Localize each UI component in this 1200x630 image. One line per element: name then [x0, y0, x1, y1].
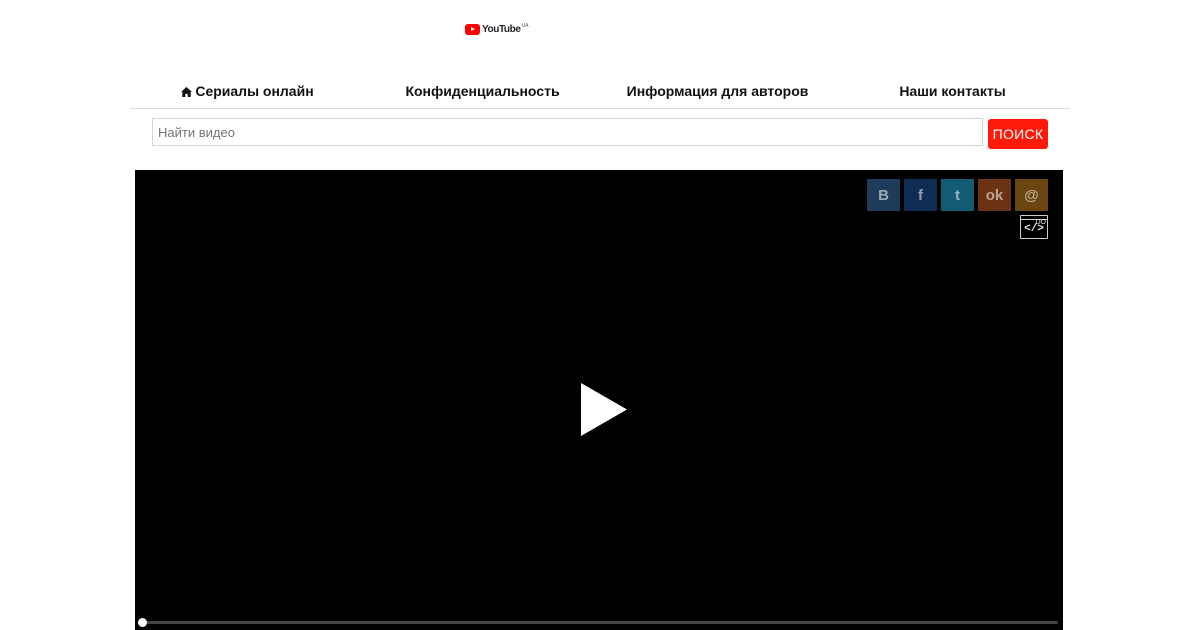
nav-item-label: Информация для авторов: [626, 83, 809, 99]
embed-code-button[interactable]: DO </>: [1020, 215, 1048, 239]
logo-region: UA: [521, 23, 529, 29]
logo-text: YouTube: [482, 23, 521, 35]
share-twitter-button[interactable]: t: [941, 179, 974, 211]
play-icon[interactable]: [580, 382, 628, 437]
main-nav: Сериалы онлайн Конфиденциальность Информ…: [130, 72, 1070, 109]
nav-item-contacts[interactable]: Наши контакты: [835, 72, 1070, 108]
search-button[interactable]: ПОИСК: [988, 119, 1048, 149]
nav-item-serials[interactable]: Сериалы онлайн: [130, 72, 365, 108]
mail-icon: @: [1024, 186, 1039, 204]
embed-code-icon: </>: [1024, 223, 1044, 235]
home-icon: [181, 87, 193, 97]
search-input[interactable]: [152, 118, 983, 146]
vk-icon: В: [878, 186, 889, 204]
nav-item-label: Наши контакты: [899, 83, 1006, 99]
nav-item-authors-info[interactable]: Информация для авторов: [600, 72, 835, 108]
odnoklassniki-icon: ok: [985, 186, 1004, 204]
nav-item-privacy[interactable]: Конфиденциальность: [365, 72, 600, 108]
progress-bar[interactable]: [143, 621, 1058, 624]
progress-thumb[interactable]: [138, 618, 147, 627]
video-player[interactable]: В f t ok @ DO </>: [135, 170, 1063, 630]
youtube-play-icon: [465, 23, 480, 35]
nav-item-label: Конфиденциальность: [405, 83, 560, 99]
nav-item-label: Сериалы онлайн: [195, 83, 314, 99]
share-facebook-button[interactable]: f: [904, 179, 937, 211]
share-odnoklassniki-button[interactable]: ok: [978, 179, 1011, 211]
share-bar: В f t ok @: [867, 179, 1048, 211]
share-vk-button[interactable]: В: [867, 179, 900, 211]
facebook-icon: f: [918, 186, 923, 204]
share-mail-button[interactable]: @: [1015, 179, 1048, 211]
twitter-icon: t: [955, 186, 960, 204]
youtube-logo[interactable]: YouTube UA: [465, 22, 528, 36]
